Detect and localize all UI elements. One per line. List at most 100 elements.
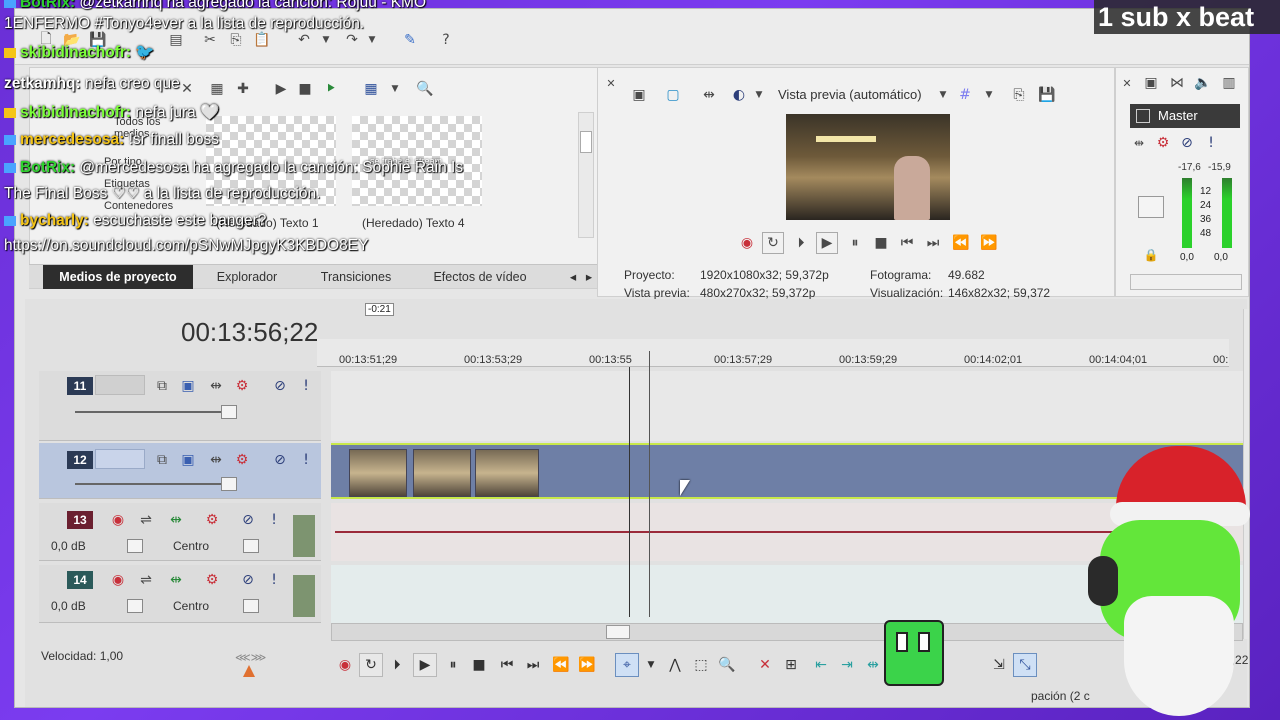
tab-project-media[interactable]: Medios de proyecto: [43, 265, 193, 289]
view-icon[interactable]: ▦: [360, 78, 382, 100]
trim-icon[interactable]: ⊞: [779, 653, 803, 677]
scroll-thumb[interactable]: [580, 131, 592, 153]
pause-icon[interactable]: ⏸: [441, 653, 465, 677]
redo-dropdown-icon[interactable]: ▼: [361, 29, 383, 51]
invert-phase-icon[interactable]: ⇌: [135, 569, 157, 591]
speed-slider[interactable]: ⋘⋙: [235, 651, 266, 664]
render-icon[interactable]: ✎: [399, 29, 421, 51]
autopreview-icon[interactable]: ⯈: [320, 78, 342, 100]
fx-icon[interactable]: ⇹: [205, 449, 227, 471]
auto-ripple-icon[interactable]: ⤡: [1013, 653, 1037, 677]
go-to-start-icon[interactable]: ⏮: [495, 653, 519, 677]
video-clip[interactable]: [413, 449, 471, 497]
track-gear-icon[interactable]: ⚙: [201, 509, 223, 531]
master-props-icon[interactable]: ▣: [1140, 72, 1162, 94]
master-gear-icon[interactable]: ⚙: [1152, 132, 1174, 154]
preview-quality-select[interactable]: Vista previa (automático): [778, 87, 922, 102]
mute-icon[interactable]: ⊘: [237, 509, 259, 531]
play-from-start-icon[interactable]: ⏵: [385, 653, 409, 677]
track-name-field[interactable]: [95, 449, 145, 469]
loop-icon[interactable]: ↻: [762, 232, 784, 254]
grid-icon[interactable]: #: [954, 84, 976, 106]
track-gear-icon[interactable]: ⚙: [231, 375, 253, 397]
normal-edit-tool-icon[interactable]: ⌖: [615, 653, 639, 677]
mute-icon[interactable]: ⊘: [269, 449, 291, 471]
overlays-icon[interactable]: ◐: [728, 84, 750, 106]
lock-icon[interactable]: 🔒: [1140, 244, 1162, 266]
mute-icon[interactable]: ⊘: [269, 375, 291, 397]
help-icon[interactable]: ?: [435, 29, 457, 51]
track-name-field[interactable]: [95, 375, 145, 395]
play-from-start-icon[interactable]: ⏵: [790, 232, 812, 254]
master-solo-icon[interactable]: !: [1200, 132, 1222, 154]
external-monitor-icon[interactable]: ▢: [662, 84, 684, 106]
audio-fx-icon[interactable]: ⇹: [165, 569, 187, 591]
lock-envelopes-icon[interactable]: ⇲: [987, 653, 1011, 677]
record-icon[interactable]: ◉: [736, 232, 758, 254]
video-clip[interactable]: [349, 449, 407, 497]
master-fx-icon[interactable]: ⇹: [1128, 132, 1150, 154]
tab-explorer[interactable]: Explorador: [195, 265, 299, 289]
pan-slider[interactable]: [243, 539, 259, 553]
solo-icon[interactable]: !: [295, 375, 317, 397]
speed-marker-icon[interactable]: [243, 665, 255, 677]
import-icon[interactable]: ▦: [206, 78, 228, 100]
arm-record-icon[interactable]: ◉: [107, 569, 129, 591]
master-hscroll[interactable]: [1130, 274, 1242, 290]
delete-icon[interactable]: ✕: [753, 653, 777, 677]
go-to-end-icon[interactable]: ⏭: [521, 653, 545, 677]
selection-tool-icon[interactable]: ⬚: [689, 653, 713, 677]
stop-icon[interactable]: ■: [870, 232, 892, 254]
quality-dropdown-icon[interactable]: ▼: [932, 84, 954, 106]
dim-icon[interactable]: 🔈: [1192, 72, 1214, 94]
volume-slider[interactable]: [127, 599, 143, 613]
track-lane-11[interactable]: [331, 371, 1243, 441]
view-dropdown-icon[interactable]: ▼: [384, 78, 406, 100]
add-icon[interactable]: ✚: [232, 78, 254, 100]
mute-icon[interactable]: ⊘: [237, 569, 259, 591]
opacity-slider[interactable]: [221, 477, 237, 491]
invert-phase-icon[interactable]: ⇌: [135, 509, 157, 531]
media-scrollbar[interactable]: [578, 112, 594, 238]
go-to-start-icon[interactable]: ⏮: [896, 232, 918, 254]
hscroll-thumb[interactable]: [606, 625, 630, 639]
split-screen-icon[interactable]: ⇹: [698, 84, 720, 106]
motion-icon[interactable]: ⧉: [151, 375, 173, 397]
tab-transitions[interactable]: Transiciones: [301, 265, 411, 289]
playhead-line[interactable]: [649, 351, 650, 617]
grid-dropdown-icon[interactable]: ▼: [978, 84, 1000, 106]
preview-properties-icon[interactable]: ▣: [628, 84, 650, 106]
video-clip[interactable]: [475, 449, 539, 497]
trim-start-icon[interactable]: ⇤: [809, 653, 833, 677]
next-frame-icon[interactable]: ⏩: [978, 232, 1000, 254]
downmix-icon[interactable]: ⋈: [1166, 72, 1188, 94]
overlays-dropdown-icon[interactable]: ▼: [748, 84, 770, 106]
play-icon[interactable]: ▶: [413, 653, 437, 677]
record-icon[interactable]: ◉: [333, 653, 357, 677]
zoom-tool-icon[interactable]: 🔍: [715, 653, 739, 677]
trim-end-icon[interactable]: ⇥: [835, 653, 859, 677]
track-gear-icon[interactable]: ⚙: [231, 449, 253, 471]
solo-icon[interactable]: !: [263, 509, 285, 531]
tab-video-effects[interactable]: Efectos de vídeo: [413, 265, 547, 289]
close-master-icon[interactable]: ✕: [1116, 72, 1138, 94]
previous-frame-icon[interactable]: ⏪: [549, 653, 573, 677]
next-frame-icon[interactable]: ⏩: [575, 653, 599, 677]
close-icon[interactable]: ✕: [600, 72, 622, 94]
master-fader[interactable]: [1138, 196, 1164, 218]
mixer-icon[interactable]: ▥: [1218, 72, 1240, 94]
arm-record-icon[interactable]: ◉: [107, 509, 129, 531]
motion-icon[interactable]: ⧉: [151, 449, 173, 471]
save-snapshot-icon[interactable]: 💾: [1036, 84, 1058, 106]
pause-icon[interactable]: ⏸: [844, 232, 866, 254]
play-media-icon[interactable]: ▶: [270, 78, 292, 100]
solo-icon[interactable]: !: [295, 449, 317, 471]
compositing-icon[interactable]: ▣: [177, 375, 199, 397]
stop-media-icon[interactable]: ■: [294, 78, 316, 100]
search-icon[interactable]: 🔍: [414, 78, 436, 100]
previous-frame-icon[interactable]: ⏪: [950, 232, 972, 254]
loop-icon[interactable]: ↻: [359, 653, 383, 677]
pan-slider[interactable]: [243, 599, 259, 613]
tabs-prev-icon[interactable]: ◂: [565, 265, 581, 289]
fx-icon[interactable]: ⇹: [205, 375, 227, 397]
